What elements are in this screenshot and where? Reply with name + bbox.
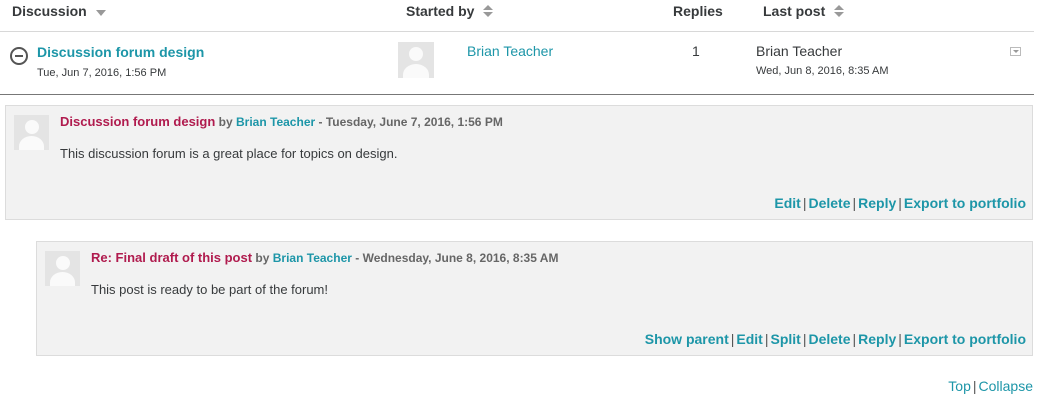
dropdown-menu-icon[interactable] bbox=[1010, 47, 1021, 56]
header-last-post[interactable]: Last post bbox=[763, 3, 845, 19]
post-body: This discussion forum is a great place f… bbox=[60, 146, 398, 161]
post-author-link[interactable]: Brian Teacher bbox=[236, 115, 315, 129]
post-header: Discussion forum design by Brian Teacher… bbox=[60, 114, 503, 129]
top-link[interactable]: Top bbox=[948, 378, 971, 394]
post-author-link[interactable]: Brian Teacher bbox=[273, 251, 352, 265]
post-commands: Show parent | Edit | Split | Delete | Reply | Expo… bbox=[645, 331, 1026, 347]
separator: | bbox=[972, 378, 977, 394]
post-subject: Re: Final draft of this post bbox=[91, 250, 253, 265]
forum-post-reply: Re: Final draft of this post by Brian Te… bbox=[36, 241, 1033, 356]
avatar[interactable] bbox=[14, 115, 49, 150]
post-subject: Discussion forum design bbox=[60, 114, 216, 129]
show-parent-link[interactable]: Show parent bbox=[645, 331, 729, 347]
separator: | bbox=[852, 195, 857, 211]
post-date: - Tuesday, June 7, 2016, 1:56 PM bbox=[318, 115, 503, 129]
post-commands: Edit | Delete | Reply | Export to portfolio bbox=[774, 195, 1026, 211]
post-body: This post is ready to be part of the for… bbox=[91, 282, 329, 297]
collapse-icon[interactable] bbox=[10, 47, 28, 65]
sort-descending-icon[interactable] bbox=[95, 10, 106, 16]
edit-link[interactable]: Edit bbox=[774, 195, 800, 211]
separator: | bbox=[898, 331, 902, 347]
header-replies-label: Replies bbox=[673, 3, 723, 19]
post-header: Re: Final draft of this post by Brian Te… bbox=[91, 250, 558, 265]
separator: | bbox=[730, 331, 735, 347]
last-post-date: Wed, Jun 8, 2016, 8:35 AM bbox=[756, 65, 889, 77]
post-by-label: by bbox=[255, 251, 270, 265]
edit-link[interactable]: Edit bbox=[736, 331, 762, 347]
sort-icon[interactable] bbox=[483, 5, 494, 17]
export-to-portfolio-link[interactable]: Export to portfolio bbox=[904, 331, 1026, 347]
header-started-by[interactable]: Started by bbox=[406, 3, 494, 19]
replies-count: 1 bbox=[692, 43, 700, 59]
header-started-by-label[interactable]: Started by bbox=[406, 3, 474, 19]
delete-link[interactable]: Delete bbox=[808, 195, 850, 211]
separator: | bbox=[802, 195, 807, 211]
separator: | bbox=[802, 331, 807, 347]
sort-icon[interactable] bbox=[834, 5, 845, 17]
discussion-date: Tue, Jun 7, 2016, 1:56 PM bbox=[37, 67, 167, 79]
header-discussion-label[interactable]: Discussion bbox=[12, 3, 87, 19]
header-last-post-label[interactable]: Last post bbox=[763, 3, 825, 19]
starter-name-link[interactable]: Brian Teacher bbox=[467, 43, 553, 59]
forum-post: Discussion forum design by Brian Teacher… bbox=[5, 105, 1033, 220]
post-by-label: by bbox=[218, 115, 233, 129]
separator: | bbox=[898, 195, 902, 211]
footer-links: Top | Collapse bbox=[948, 378, 1033, 394]
discussion-title-link[interactable]: Discussion forum design bbox=[37, 44, 204, 60]
reply-link[interactable]: Reply bbox=[858, 331, 896, 347]
discussion-row: Discussion forum design Tue, Jun 7, 2016… bbox=[0, 32, 1034, 95]
header-discussion[interactable]: Discussion bbox=[12, 3, 106, 19]
delete-link[interactable]: Delete bbox=[808, 331, 850, 347]
separator: | bbox=[764, 331, 769, 347]
avatar[interactable] bbox=[45, 251, 80, 286]
collapse-link[interactable]: Collapse bbox=[979, 378, 1033, 394]
header-replies: Replies bbox=[673, 3, 723, 19]
separator: | bbox=[852, 331, 857, 347]
post-date: - Wednesday, June 8, 2016, 8:35 AM bbox=[355, 251, 559, 265]
last-post-author: Brian Teacher bbox=[756, 43, 843, 59]
avatar[interactable] bbox=[398, 42, 434, 78]
export-to-portfolio-link[interactable]: Export to portfolio bbox=[904, 195, 1026, 211]
discussion-table-header: Discussion Started by Replies Last post bbox=[0, 0, 1034, 32]
reply-link[interactable]: Reply bbox=[858, 195, 896, 211]
split-link[interactable]: Split bbox=[770, 331, 800, 347]
